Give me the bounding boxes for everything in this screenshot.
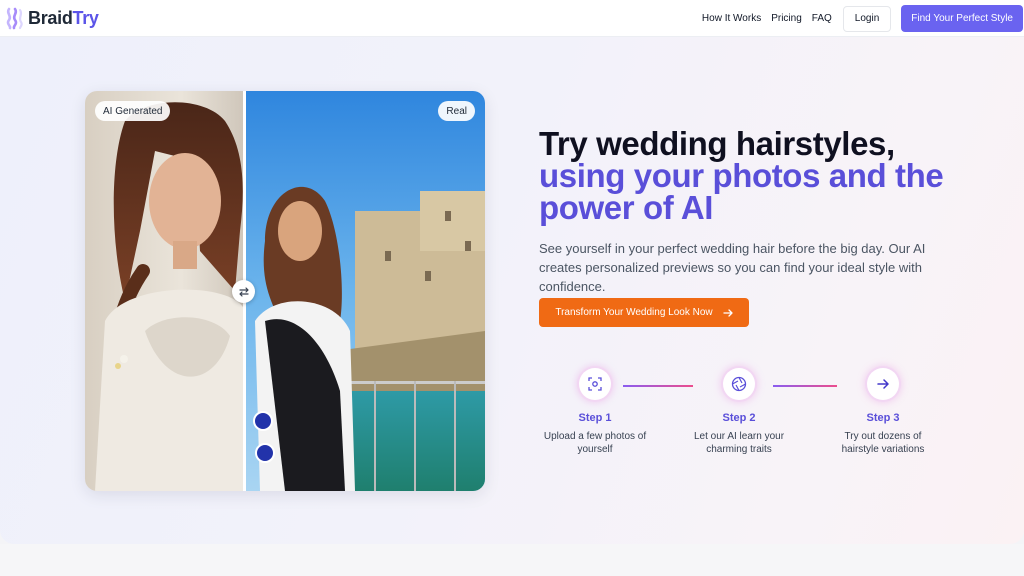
nav-link-pricing[interactable]: Pricing <box>771 13 802 24</box>
step-3-title: Step 3 <box>866 412 900 424</box>
step-3-icon-circle <box>867 368 899 400</box>
nav-link-how-it-works[interactable]: How It Works <box>702 13 761 24</box>
headline-line1: Try wedding hairstyles, <box>539 125 895 162</box>
headline-accent: using your photos and the power of AI <box>539 157 944 226</box>
login-button[interactable]: Login <box>842 5 892 32</box>
ai-generated-badge: AI Generated <box>95 101 171 121</box>
swap-arrows-icon <box>238 286 249 297</box>
transform-look-label: Transform Your Wedding Look Now <box>555 307 713 318</box>
hero-headline: Try wedding hairstyles, using your photo… <box>539 125 979 226</box>
brand-name: BraidTry <box>28 8 99 29</box>
next-section-edge <box>0 544 1024 576</box>
arrow-right-icon <box>723 308 733 317</box>
nav-link-faq[interactable]: FAQ <box>812 13 832 24</box>
step-1-desc: Upload a few photos of yourself <box>543 431 647 455</box>
step-1: Step 1 Upload a few photos of yourself <box>530 368 660 456</box>
nav-links: How It Works Pricing FAQ Login Find Your… <box>702 0 1024 37</box>
step-1-icon-circle <box>579 368 611 400</box>
real-badge: Real <box>438 101 475 121</box>
step-2: Step 2 Let our AI learn your charming tr… <box>674 368 804 456</box>
braid-logo-icon <box>6 7 23 30</box>
hero-section: AI Generated Real Try wedding hairstyles… <box>0 37 1024 544</box>
aperture-icon <box>731 376 747 392</box>
comparison-slider-handle[interactable] <box>232 280 255 303</box>
top-navbar: BraidTry How It Works Pricing FAQ Login … <box>0 0 1024 37</box>
ai-generated-photo <box>85 91 245 491</box>
before-after-comparison[interactable]: AI Generated Real <box>85 91 485 491</box>
step-1-title: Step 1 <box>578 412 612 424</box>
how-it-works-steps: Step 1 Upload a few photos of yourself S… <box>530 368 950 458</box>
brand-name-part2: Try <box>72 7 99 28</box>
step-3-desc: Try out dozens of hairstyle variations <box>841 431 925 455</box>
transform-look-button[interactable]: Transform Your Wedding Look Now <box>539 298 749 327</box>
step-2-desc: Let our AI learn your charming traits <box>693 431 785 455</box>
scan-face-icon <box>588 377 602 391</box>
arrow-right-icon <box>877 379 889 389</box>
step-2-icon-circle <box>723 368 755 400</box>
hero-subtext: See yourself in your perfect wedding hai… <box>539 241 926 294</box>
step-3: Step 3 Try out dozens of hairstyle varia… <box>818 368 948 456</box>
brand-logo[interactable]: BraidTry <box>2 6 99 30</box>
step-2-title: Step 2 <box>722 412 756 424</box>
find-style-button[interactable]: Find Your Perfect Style <box>901 5 1023 32</box>
real-photo <box>245 91 485 491</box>
brand-name-part1: Braid <box>28 7 73 28</box>
